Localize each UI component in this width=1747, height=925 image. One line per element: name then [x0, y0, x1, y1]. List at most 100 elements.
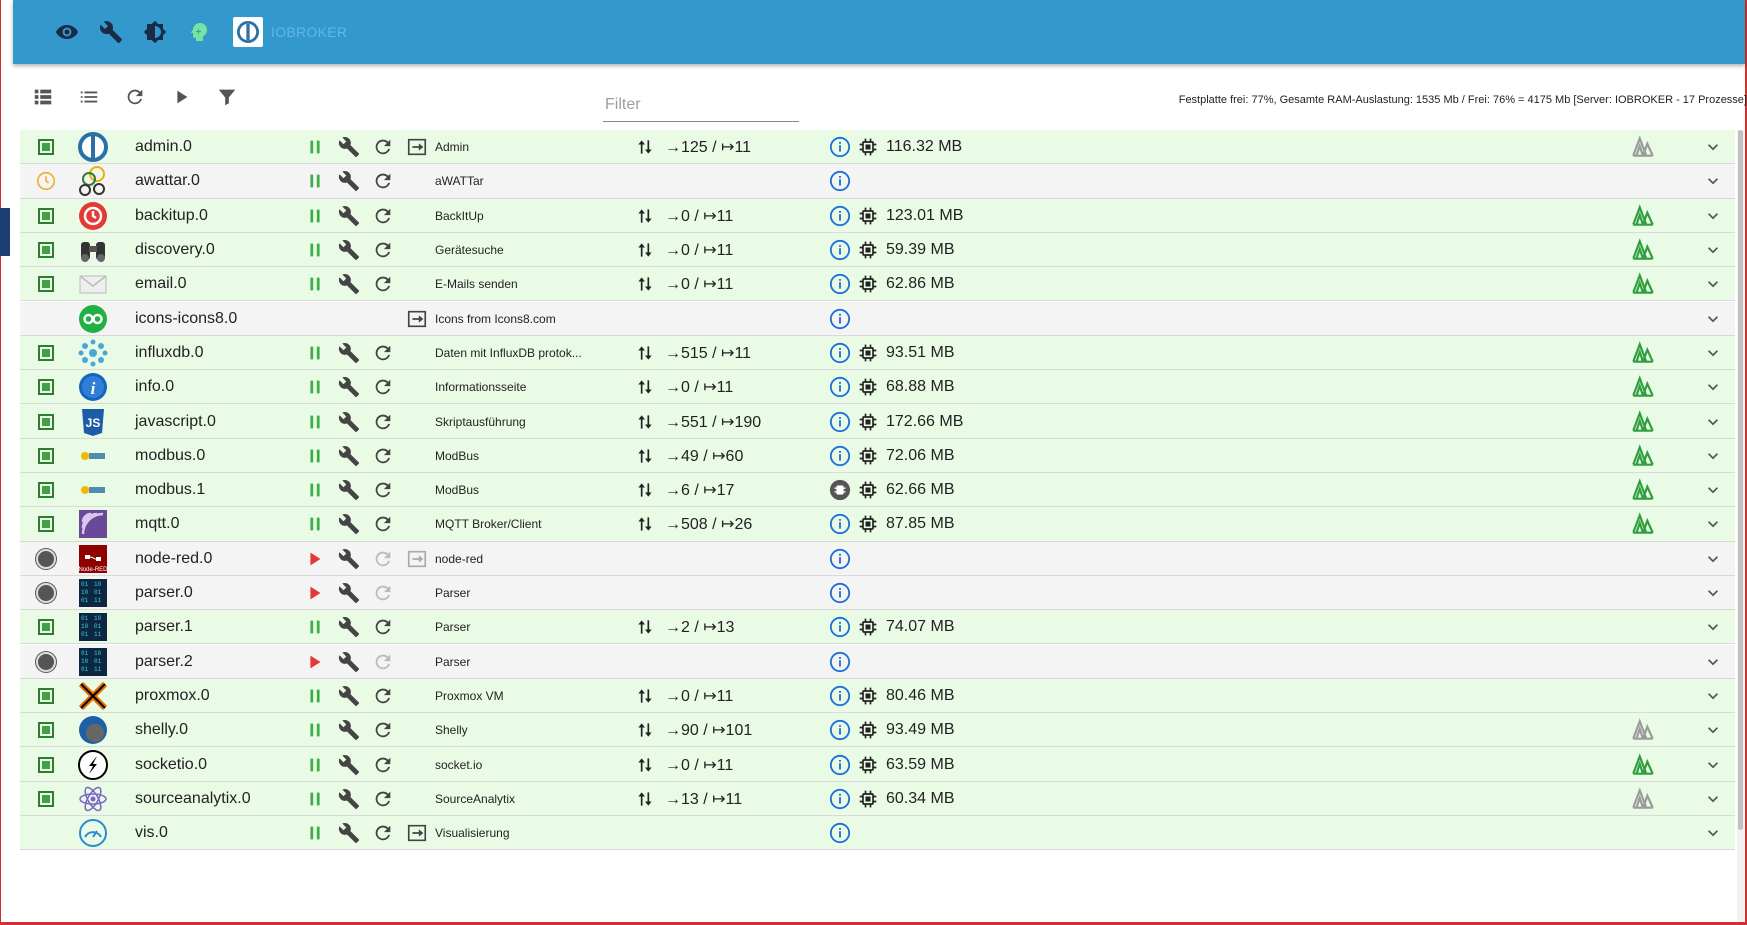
instance-info-button[interactable] — [827, 645, 853, 679]
list-view-button[interactable] — [20, 74, 66, 120]
instance-row[interactable]: shelly.0 Shelly →90 / ↦101 93.49 MB — [20, 713, 1735, 748]
instance-row[interactable]: email.0 E-Mails senden →0 / ↦11 62.86 MB — [20, 267, 1735, 302]
instance-settings-button[interactable] — [332, 679, 366, 713]
instance-info-button[interactable] — [827, 336, 853, 370]
restart-instance-button[interactable] — [366, 816, 400, 850]
instance-row[interactable]: mqtt.0 MQTT Broker/Client →508 / ↦26 87.85 … — [20, 507, 1735, 542]
instance-settings-button[interactable] — [332, 405, 366, 439]
expand-row-button[interactable] — [1698, 816, 1728, 850]
instance-row[interactable]: admin.0 Admin →125 / ↦11 116.32 MB — [20, 130, 1735, 165]
expand-row-button[interactable] — [1698, 747, 1728, 781]
stop-instance-button[interactable] — [298, 405, 332, 439]
instance-settings-button[interactable] — [332, 542, 366, 576]
expand-row-button[interactable] — [1698, 439, 1728, 473]
instance-row[interactable]: modbus.0 ModBus →49 / ↦60 72.06 MB — [20, 438, 1735, 473]
refresh-button[interactable] — [112, 74, 158, 120]
restart-instance-button[interactable] — [366, 748, 400, 782]
instance-row[interactable]: 01 10 10 01 01 11 parser.1 Parser →2 / ↦13 74.07 … — [20, 610, 1735, 645]
instance-info-button[interactable] — [827, 679, 853, 713]
expand-row-button[interactable] — [1698, 713, 1728, 747]
instance-info-button[interactable] — [827, 542, 853, 576]
log-level-button[interactable] — [1628, 542, 1658, 576]
theme-button[interactable] — [135, 12, 175, 52]
instance-row[interactable]: proxmox.0 Proxmox VM →0 / ↦11 80.46 MB — [20, 678, 1735, 714]
stop-instance-button[interactable] — [298, 816, 332, 850]
scrollbar-thumb[interactable] — [1738, 130, 1743, 830]
expert-mode-button[interactable] — [179, 12, 219, 52]
log-level-button[interactable] — [1628, 404, 1658, 438]
start-all-button[interactable] — [158, 74, 204, 120]
settings-button[interactable] — [91, 12, 131, 52]
instance-row[interactable]: vis.0 Visualisierung — [20, 816, 1735, 851]
instance-settings-button[interactable] — [332, 507, 366, 541]
instance-row[interactable]: influxdb.0 Daten mit InfluxDB protok... →5… — [20, 335, 1735, 371]
restart-instance-button[interactable] — [366, 405, 400, 439]
instance-info-button[interactable] — [827, 404, 853, 438]
stop-instance-button[interactable] — [298, 679, 332, 713]
instance-row[interactable]: i info.0 Informationsseite →0 / ↦11 68.88 MB — [20, 370, 1735, 405]
open-instance-link-button[interactable] — [400, 542, 434, 576]
expand-row-button[interactable] — [1698, 164, 1728, 198]
instance-info-button[interactable] — [827, 507, 853, 541]
stop-instance-button[interactable] — [298, 233, 332, 267]
instance-row[interactable]: 01 10 10 01 01 11 parser.2 Parser — [20, 644, 1735, 679]
expand-row-button[interactable] — [1698, 507, 1728, 541]
restart-instance-button[interactable] — [366, 130, 400, 164]
list-detail-button[interactable] — [66, 74, 112, 120]
log-level-button[interactable] — [1628, 473, 1658, 507]
restart-instance-button[interactable] — [366, 370, 400, 404]
instance-info-button[interactable] — [827, 473, 853, 507]
expand-row-button[interactable] — [1698, 610, 1728, 644]
instance-row[interactable]: socketio.0 socket.io →0 / ↦11 63.59 MB — [20, 747, 1735, 782]
restart-instance-button[interactable] — [366, 542, 400, 576]
stop-instance-button[interactable] — [298, 610, 332, 644]
instance-settings-button[interactable] — [332, 816, 366, 850]
stop-instance-button[interactable] — [298, 370, 332, 404]
stop-instance-button[interactable] — [298, 267, 332, 301]
instance-row[interactable]: discovery.0 Gerätesuche →0 / ↦11 59.39 MB — [20, 232, 1735, 268]
log-level-button[interactable] — [1628, 199, 1658, 233]
log-level-button[interactable] — [1628, 302, 1658, 336]
restart-instance-button[interactable] — [366, 164, 400, 198]
instance-settings-button[interactable] — [332, 576, 366, 610]
log-level-button[interactable] — [1628, 679, 1658, 713]
start-instance-button[interactable] — [298, 645, 332, 679]
restart-instance-button[interactable] — [366, 782, 400, 816]
instance-info-button[interactable] — [827, 164, 853, 198]
stop-instance-button[interactable] — [298, 130, 332, 164]
restart-instance-button[interactable] — [366, 507, 400, 541]
stop-instance-button[interactable] — [298, 748, 332, 782]
log-level-button[interactable] — [1628, 610, 1658, 644]
log-level-button[interactable] — [1628, 507, 1658, 541]
log-level-button[interactable] — [1628, 336, 1658, 370]
instance-settings-button[interactable] — [332, 748, 366, 782]
instance-settings-button[interactable] — [332, 233, 366, 267]
expand-row-button[interactable] — [1698, 267, 1728, 301]
expand-row-button[interactable] — [1698, 404, 1728, 438]
instance-settings-button[interactable] — [332, 645, 366, 679]
instance-settings-button[interactable] — [332, 370, 366, 404]
instance-settings-button[interactable] — [332, 164, 366, 198]
instance-settings-button[interactable] — [332, 336, 366, 370]
restart-instance-button[interactable] — [366, 610, 400, 644]
log-level-button[interactable] — [1628, 816, 1658, 850]
restart-instance-button[interactable] — [366, 233, 400, 267]
instance-row[interactable]: 01 10 10 01 01 11 parser.0 Parser — [20, 575, 1735, 611]
instance-row[interactable]: backitup.0 BackItUp →0 / ↦11 123.01 MB — [20, 198, 1735, 233]
stop-instance-button[interactable] — [298, 473, 332, 507]
instance-info-button[interactable] — [827, 816, 853, 850]
expand-row-button[interactable] — [1698, 302, 1728, 336]
instance-info-button[interactable] — [827, 233, 853, 267]
expand-row-button[interactable] — [1698, 473, 1728, 507]
log-level-button[interactable] — [1628, 576, 1658, 610]
stop-instance-button[interactable] — [298, 507, 332, 541]
restart-instance-button[interactable] — [366, 713, 400, 747]
log-level-button[interactable] — [1628, 267, 1658, 301]
instance-info-button[interactable] — [827, 439, 853, 473]
log-level-button[interactable] — [1628, 713, 1658, 747]
instance-info-button[interactable] — [827, 267, 853, 301]
restart-instance-button[interactable] — [366, 439, 400, 473]
restart-instance-button[interactable] — [366, 267, 400, 301]
instance-info-button[interactable] — [827, 130, 853, 164]
instance-settings-button[interactable] — [332, 782, 366, 816]
